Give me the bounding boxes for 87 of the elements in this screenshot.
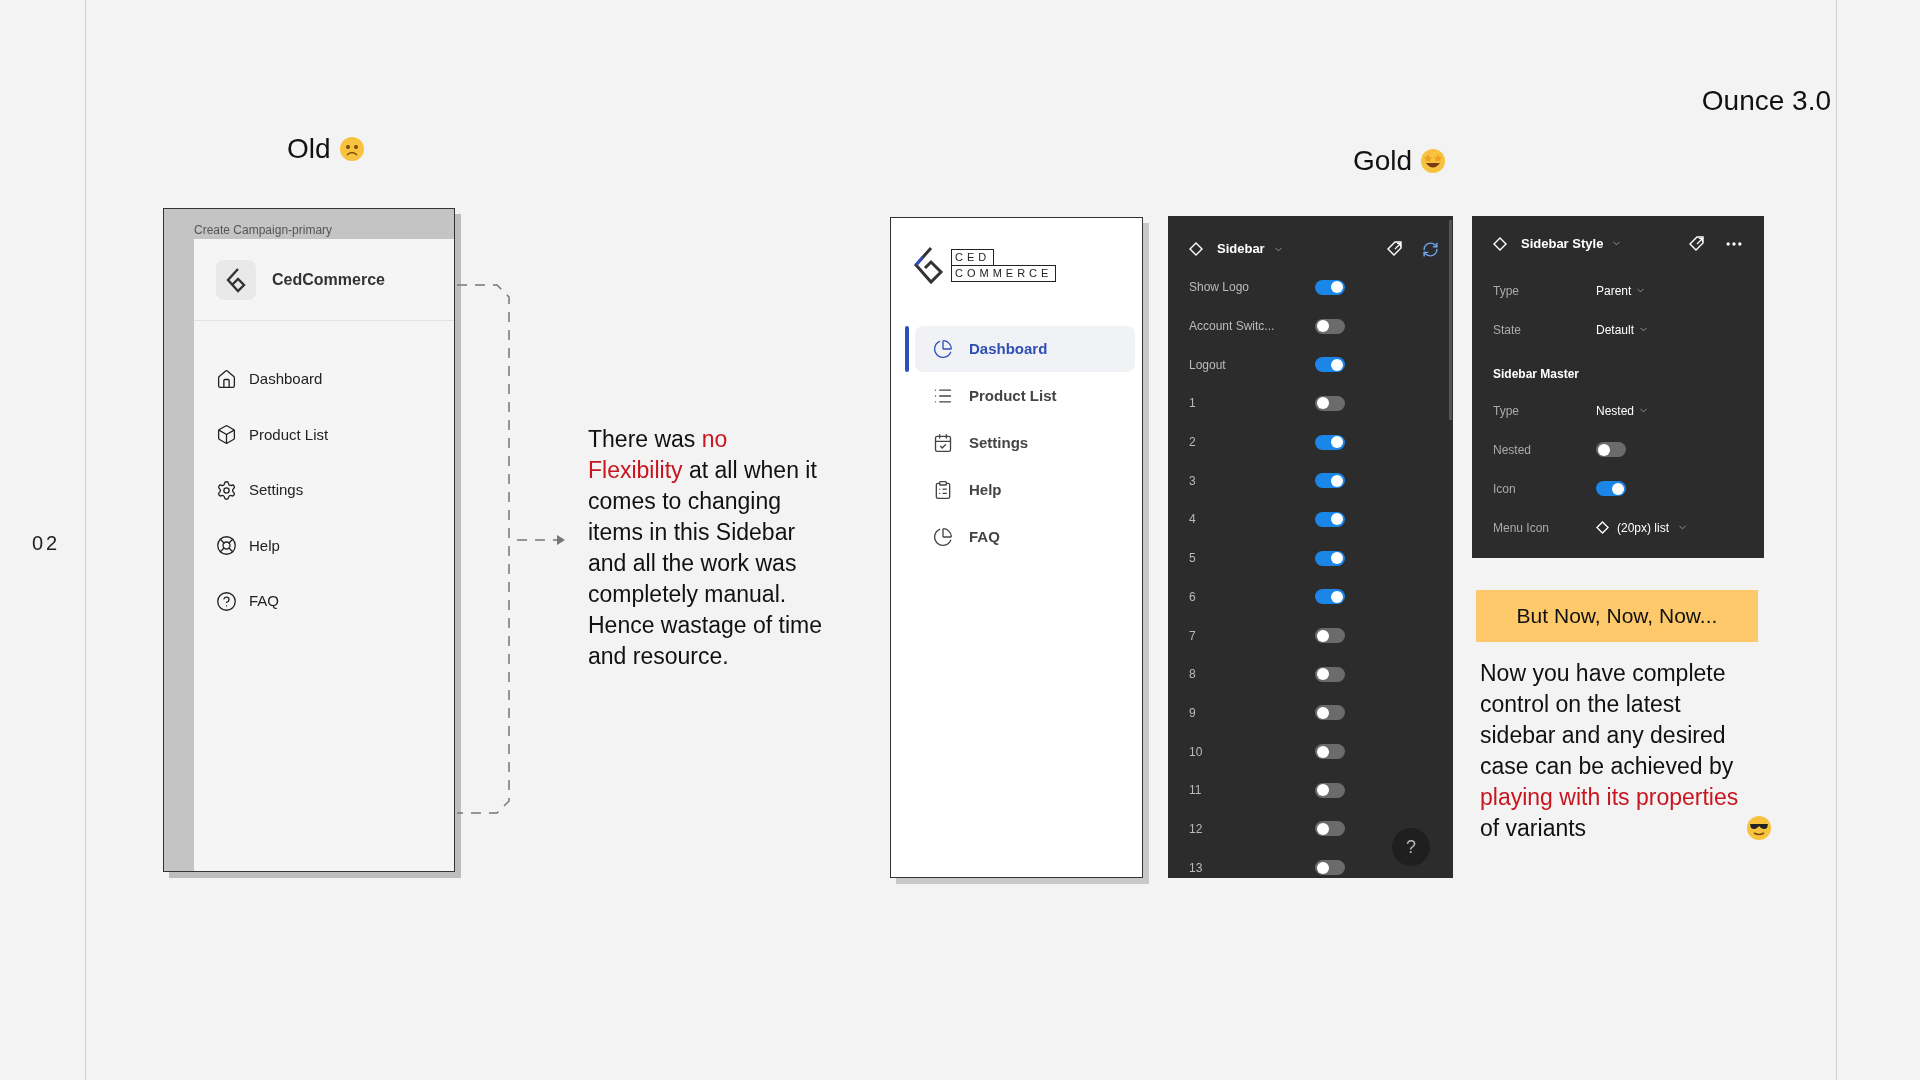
sidebar-item[interactable]: Help	[216, 534, 454, 557]
property-label: Account Switc...	[1189, 318, 1276, 336]
highlight-banner: But Now, Now, Now...	[1476, 590, 1758, 642]
property-label: 1	[1189, 395, 1197, 413]
sunglasses-face-icon	[1746, 815, 1772, 841]
toggle-switch[interactable]	[1596, 481, 1626, 496]
tag-arrow-icon[interactable]	[1386, 240, 1404, 258]
lifebuoy-icon	[216, 535, 237, 557]
property-label: 8	[1189, 666, 1197, 684]
toggle-switch[interactable]	[1315, 628, 1345, 644]
pie-chart-icon	[933, 527, 953, 547]
toggle-switch[interactable]	[1315, 473, 1345, 489]
sidebar-item[interactable]: Settings	[915, 420, 1135, 466]
frame-title: Create Campaign-primary	[193, 222, 334, 239]
property-label: 9	[1189, 704, 1197, 722]
explanation-text: There was no Flexibility at all when it comes to changing items in this Sidebar and all the work was completely manual. Hence wastage of time and resource.	[588, 425, 823, 671]
panel-title-dropdown[interactable]: Sidebar Style	[1521, 233, 1623, 254]
property-label: 13	[1189, 859, 1204, 877]
toggle-switch[interactable]	[1315, 279, 1345, 295]
toggle-switch[interactable]	[1315, 434, 1345, 450]
sad-face-icon	[338, 136, 365, 162]
sidebar-item[interactable]: Product List	[216, 423, 454, 446]
toggle-switch[interactable]	[1315, 666, 1345, 682]
tag-arrow-icon[interactable]	[1688, 234, 1706, 253]
property-label: 3	[1189, 472, 1197, 490]
section-heading: Gold	[1353, 144, 1413, 178]
product-name: Ounce 3.0	[1701, 84, 1831, 118]
property-dropdown[interactable]: Detault	[1596, 320, 1650, 339]
toggle-switch[interactable]	[1315, 744, 1345, 760]
sidebar-item[interactable]: Product List	[915, 373, 1135, 419]
property-label: 11	[1189, 782, 1203, 800]
property-label: 7	[1189, 627, 1197, 645]
help-button[interactable]: ?	[1392, 828, 1430, 866]
property-label: Logout	[1189, 356, 1227, 374]
property-label: Show Logo	[1189, 279, 1251, 297]
sidebar-item[interactable]: Dashboard	[915, 326, 1135, 372]
toggle-switch[interactable]	[1315, 550, 1345, 566]
toggle-switch[interactable]	[1315, 782, 1345, 798]
gear-icon	[216, 479, 237, 501]
brand-logo: CED COMMERCE	[951, 248, 1057, 282]
toggle-switch[interactable]	[1315, 511, 1345, 527]
sidebar-item[interactable]: Help	[915, 467, 1135, 513]
property-label: Icon	[1493, 480, 1517, 498]
section-title: Sidebar Master	[1492, 366, 1581, 383]
sidebar-item[interactable]: Dashboard	[216, 368, 454, 391]
instance-dropdown[interactable]: (20px) list	[1596, 518, 1688, 537]
property-label: 10	[1189, 743, 1204, 761]
slide-number: 02	[32, 531, 61, 556]
toggle-switch[interactable]	[1596, 442, 1626, 457]
property-label: 2	[1189, 434, 1197, 452]
toggle-switch[interactable]	[1315, 318, 1345, 334]
property-dropdown[interactable]: Nested	[1596, 401, 1650, 420]
property-label: State	[1493, 321, 1523, 339]
component-icon	[1596, 521, 1609, 534]
toggle-switch[interactable]	[1315, 357, 1345, 373]
clipboard-icon	[933, 480, 953, 500]
sidebar-item[interactable]: FAQ	[915, 514, 1135, 560]
component-icon	[1493, 236, 1507, 251]
property-label: 12	[1189, 820, 1204, 838]
home-icon	[216, 368, 237, 390]
toggle-switch[interactable]	[1315, 589, 1345, 605]
panel-title-dropdown[interactable]: Sidebar	[1217, 239, 1284, 259]
toggle-switch[interactable]	[1315, 705, 1345, 721]
question-circle-icon	[216, 590, 237, 612]
property-label: 5	[1189, 550, 1197, 568]
calendar-check-icon	[933, 433, 953, 453]
property-dropdown[interactable]: Parent	[1596, 281, 1647, 300]
pie-chart-icon	[933, 339, 953, 359]
property-label: Type	[1493, 402, 1520, 420]
component-icon	[1189, 242, 1203, 256]
section-heading: Old	[287, 132, 331, 166]
property-label: Menu Icon	[1493, 519, 1551, 537]
sidebar-item[interactable]: Settings	[216, 479, 454, 502]
property-label: Type	[1493, 282, 1520, 300]
property-label: 4	[1189, 511, 1197, 529]
sidebar-item[interactable]: FAQ	[216, 590, 454, 613]
toggle-switch[interactable]	[1315, 395, 1345, 411]
property-label: Nested	[1493, 441, 1533, 459]
explanation-text: Now you have complete control on the latest sidebar and any desired case can be achieved by playing with its properties of variants	[1480, 659, 1740, 843]
toggle-switch[interactable]	[1315, 860, 1345, 876]
property-label: 6	[1189, 588, 1197, 606]
toggle-switch[interactable]	[1315, 821, 1345, 837]
star-eyes-face-icon	[1420, 148, 1447, 174]
refresh-icon[interactable]	[1422, 240, 1439, 258]
cube-icon	[216, 424, 237, 446]
brand-name: CedCommerce	[272, 269, 385, 290]
logo-icon	[216, 259, 256, 300]
